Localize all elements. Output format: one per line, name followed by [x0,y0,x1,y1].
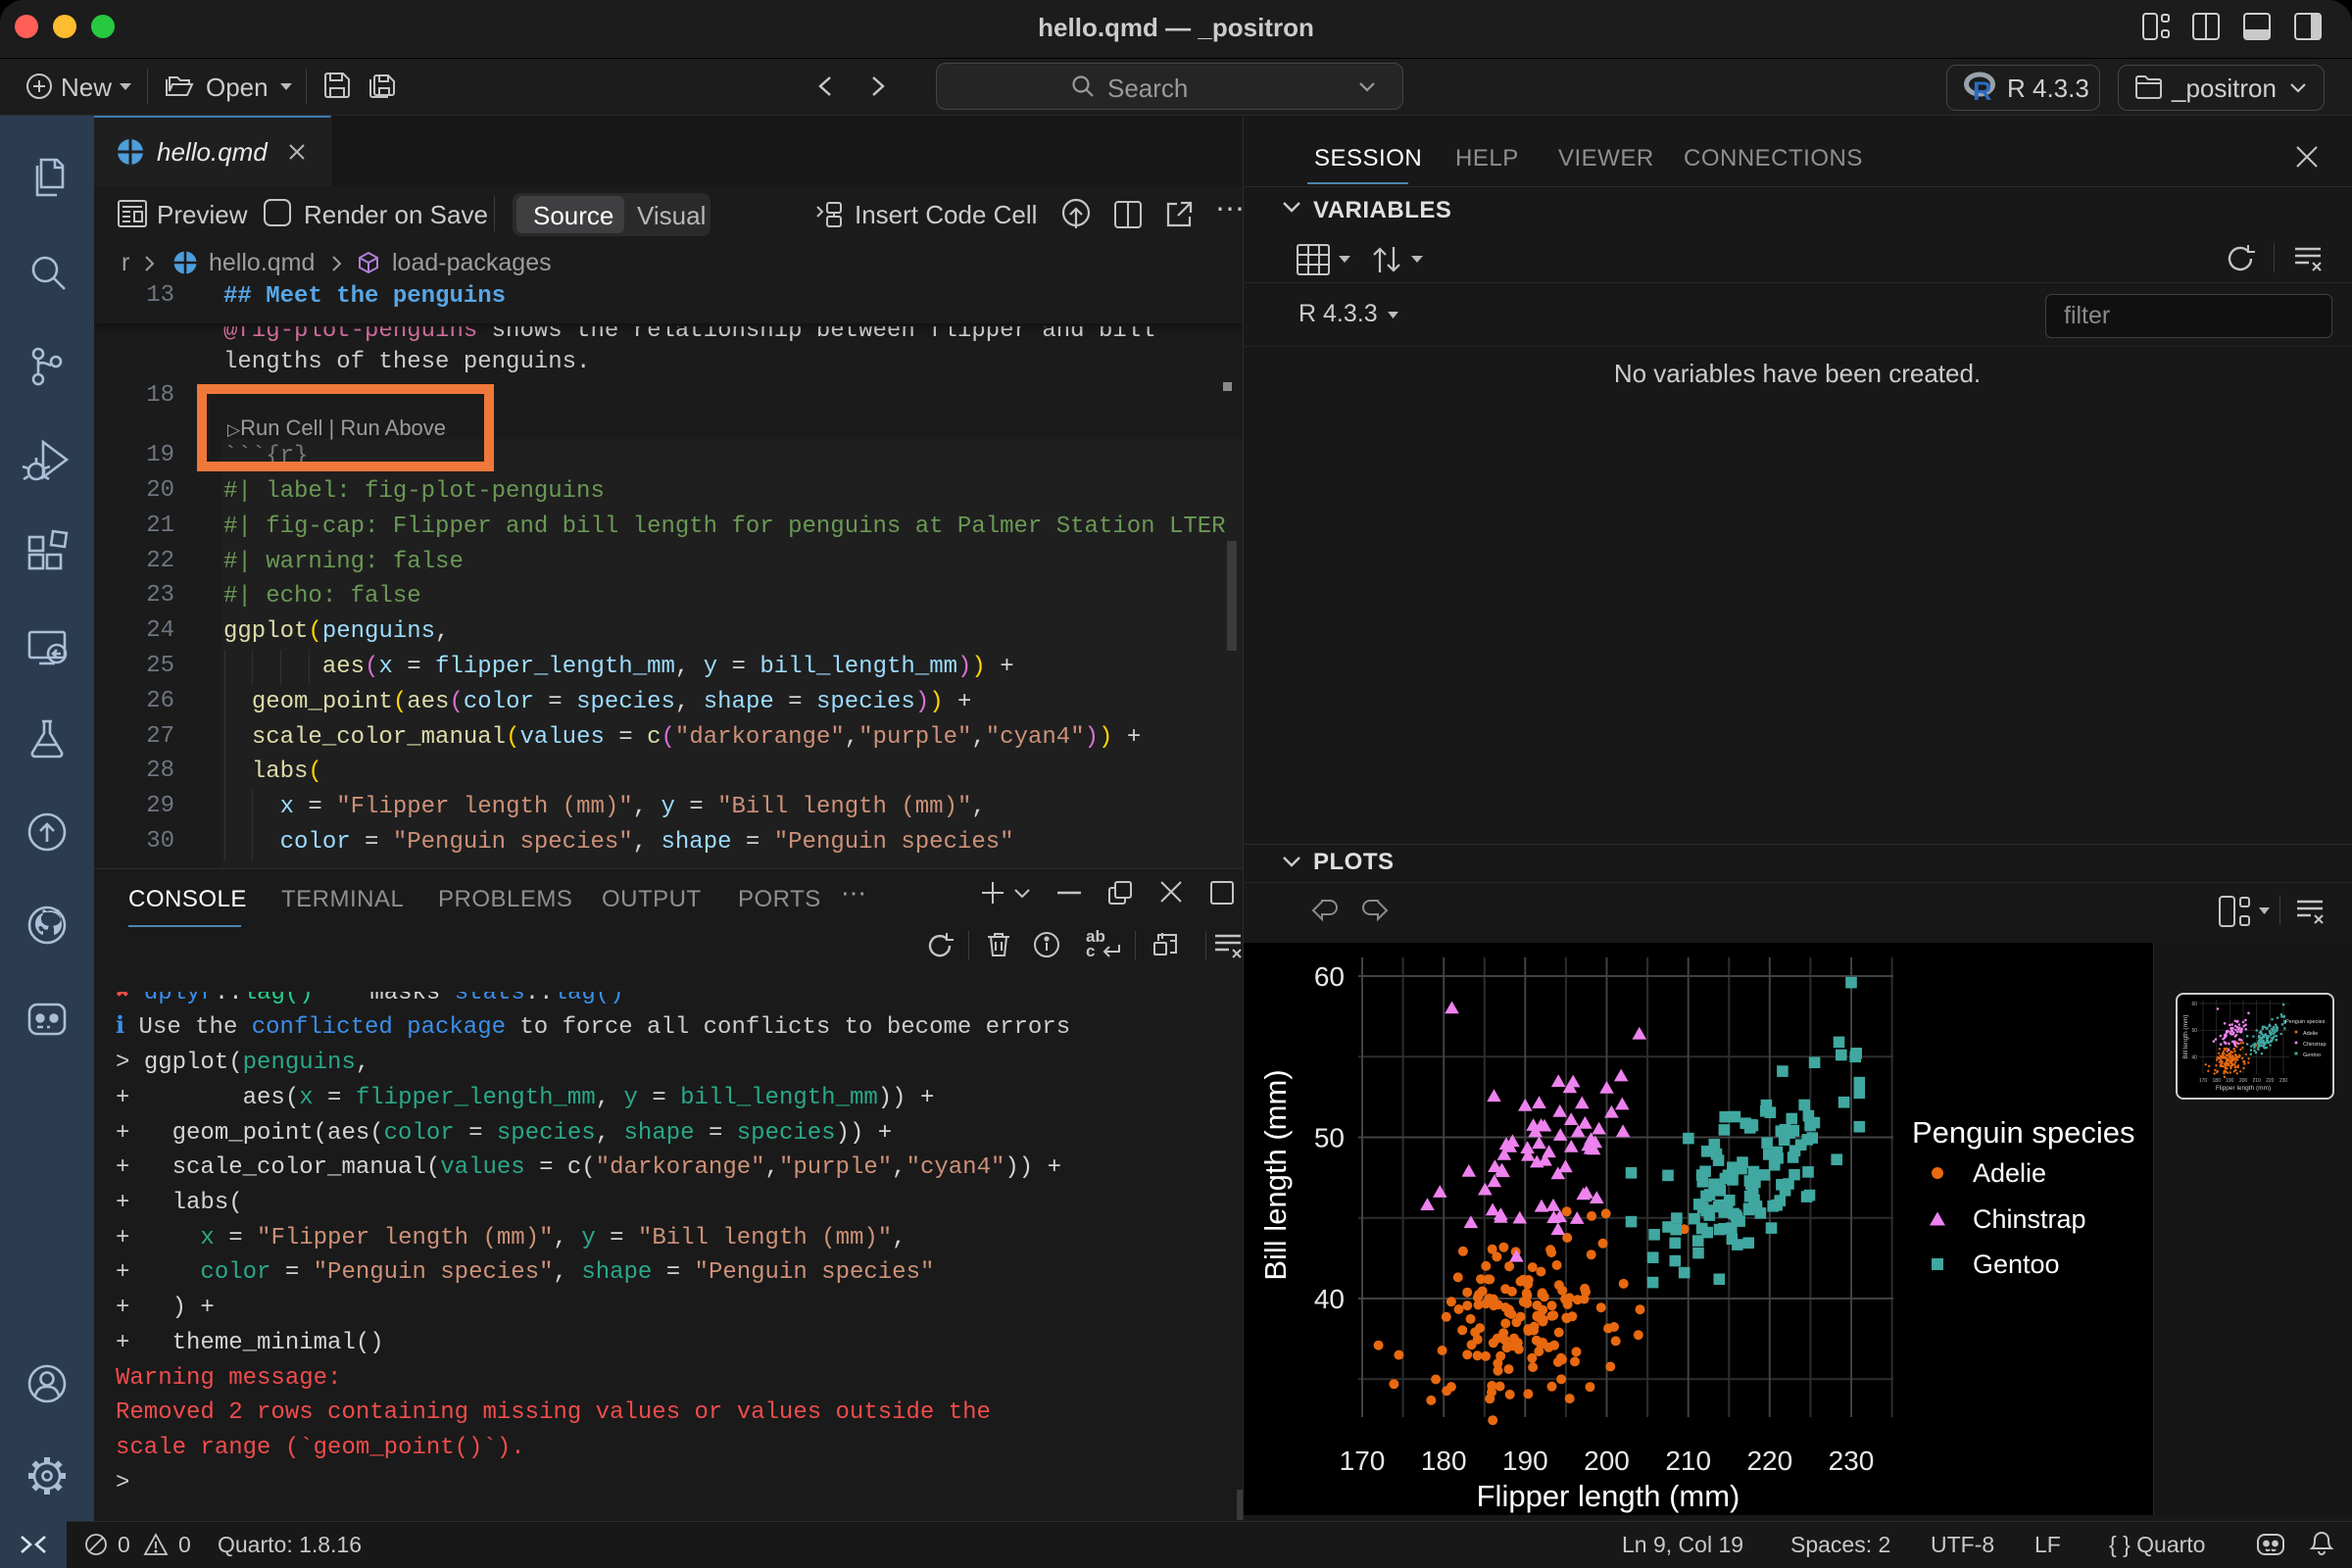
svg-text:60: 60 [2191,1002,2197,1007]
svg-text:Gentoo: Gentoo [2303,1053,2321,1058]
svg-text:40: 40 [2191,1054,2197,1060]
svg-text:190: 190 [2226,1078,2234,1084]
svg-text:Adelie: Adelie [2303,1031,2318,1037]
svg-text:50: 50 [2191,1028,2197,1034]
svg-text:200: 200 [2239,1078,2248,1084]
svg-text:210: 210 [2253,1078,2262,1084]
svg-text:170: 170 [2199,1078,2208,1084]
svg-text:180: 180 [2213,1078,2222,1084]
svg-text:Flipper length (mm): Flipper length (mm) [2216,1085,2271,1092]
svg-text:Penguin species: Penguin species [2285,1019,2326,1025]
svg-text:230: 230 [2279,1078,2288,1084]
svg-text:220: 220 [2266,1078,2275,1084]
svg-text:Bill length (mm): Bill length (mm) [2182,1014,2189,1058]
svg-text:Chinstrap: Chinstrap [2303,1042,2327,1048]
